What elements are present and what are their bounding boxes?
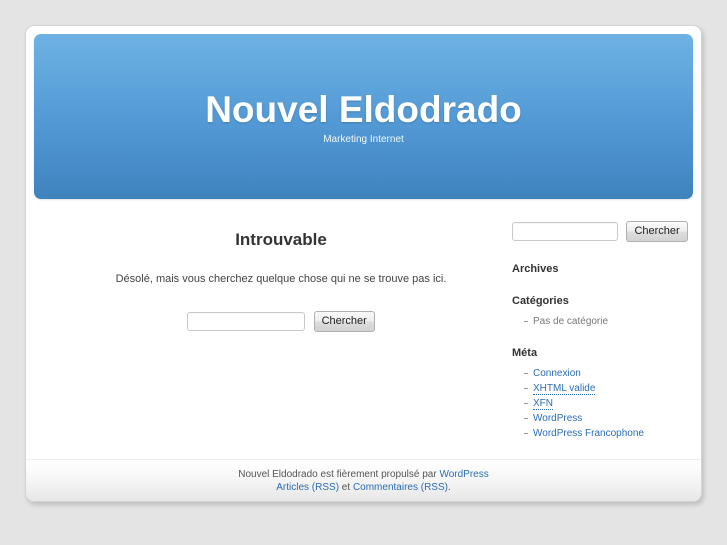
- sidebar-search-input[interactable]: [512, 222, 618, 241]
- main-search-form: Chercher: [56, 287, 506, 332]
- list-item: WordPress: [524, 411, 692, 426]
- list-item: XFN: [524, 396, 692, 411]
- main-search-submit-button[interactable]: Chercher: [313, 311, 375, 332]
- sidebar: Chercher Archives Catégories Pas de caté…: [512, 221, 692, 457]
- page-container: Nouvel Eldodrado Marketing Internet Intr…: [25, 25, 702, 502]
- content-area: Introuvable Désolé, mais vous cherchez q…: [26, 207, 701, 462]
- footer-link-commentaires-rss[interactable]: Commentaires (RSS): [353, 482, 448, 493]
- widget-title: Archives: [512, 263, 559, 275]
- not-found-message: Désolé, mais vous cherchez quelque chose…: [115, 273, 447, 285]
- footer-separator-text: et: [339, 482, 353, 493]
- footer-link-articles-rss[interactable]: Articles (RSS): [276, 482, 339, 493]
- meta-list: Connexion XHTML valide XFN WordPress Wor…: [512, 366, 692, 441]
- widget-title: Catégories: [512, 295, 569, 307]
- sidebar-search-form: Chercher: [512, 221, 692, 242]
- list-item: Connexion: [524, 366, 692, 381]
- sidebar-search-submit-button[interactable]: Chercher: [626, 221, 688, 242]
- meta-link-xhtml-valide[interactable]: XHTML valide: [533, 383, 596, 395]
- site-title[interactable]: Nouvel Eldodrado: [34, 89, 693, 131]
- widget-meta: Méta Connexion XHTML valide XFN WordPres…: [512, 345, 692, 441]
- meta-link-connexion[interactable]: Connexion: [533, 368, 581, 379]
- meta-link-xfn[interactable]: XFN: [533, 398, 553, 410]
- site-description: Marketing Internet: [323, 134, 404, 145]
- meta-link-wordpress[interactable]: WordPress: [533, 413, 582, 424]
- footer-credit-line: Nouvel Eldodrado est fièrement propulsé …: [26, 460, 701, 481]
- main-content-column: Introuvable Désolé, mais vous cherchez q…: [56, 207, 506, 332]
- widget-title: Méta: [512, 347, 538, 359]
- main-search-input[interactable]: [187, 312, 306, 331]
- list-item: WordPress Francophone: [524, 426, 692, 441]
- widget-categories: Catégories Pas de catégorie: [512, 293, 692, 329]
- site-footer: Nouvel Eldodrado est fièrement propulsé …: [26, 459, 701, 501]
- footer-link-wordpress[interactable]: WordPress: [439, 469, 488, 480]
- list-item: Pas de catégorie: [524, 314, 692, 329]
- footer-feeds-line: Articles (RSS) et Commentaires (RSS).: [26, 481, 701, 494]
- page-title: Introuvable: [235, 230, 327, 249]
- list-item: XHTML valide: [524, 381, 692, 396]
- meta-link-wordpress-francophone[interactable]: WordPress Francophone: [533, 428, 644, 439]
- site-header: Nouvel Eldodrado Marketing Internet: [34, 34, 693, 199]
- category-list: Pas de catégorie: [512, 314, 692, 329]
- footer-period: .: [447, 482, 451, 493]
- footer-credit-text: Nouvel Eldodrado est fièrement propulsé …: [238, 469, 440, 480]
- widget-archives: Archives: [512, 261, 692, 277]
- category-label: Pas de catégorie: [533, 316, 609, 327]
